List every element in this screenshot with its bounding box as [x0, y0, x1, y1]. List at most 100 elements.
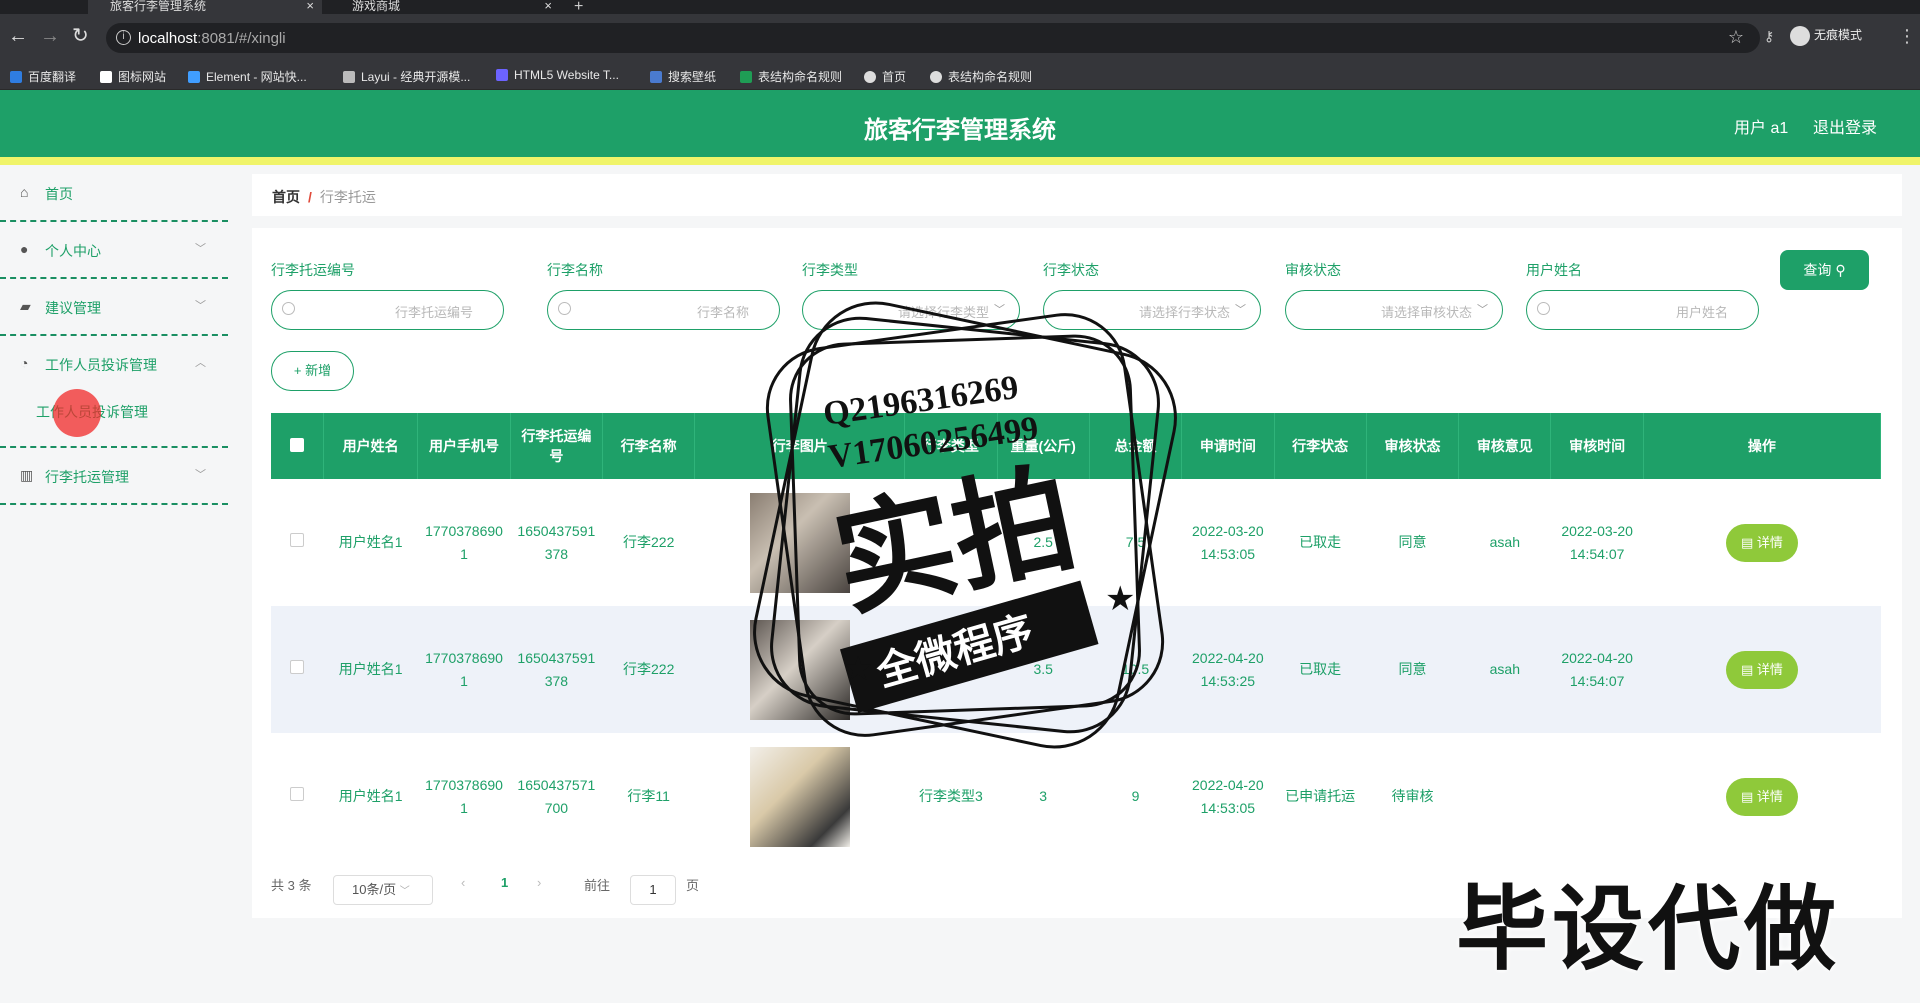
filter-label: 行李托运编号 — [271, 262, 355, 278]
cell-code: 1650437571700 — [517, 776, 596, 816]
add-button[interactable]: + 新增 — [271, 351, 354, 391]
column-header: 行李托运编号 — [510, 413, 604, 479]
cell-review: 同意 — [1398, 534, 1427, 550]
prev-page-icon[interactable]: ‹ — [461, 875, 465, 890]
sidebar-item-profile[interactable]: ● 个人中心 ﹀ — [0, 222, 228, 279]
info-icon[interactable]: i — [116, 30, 131, 45]
address-bar[interactable]: i localhost:8081/#/xingli ☆ — [106, 23, 1760, 53]
bookmark-star-icon[interactable]: ☆ — [1728, 27, 1744, 48]
bookmark-icon — [740, 71, 752, 83]
forward-icon[interactable]: → — [40, 26, 60, 46]
user-icon: ● — [20, 241, 29, 257]
goto-page-input[interactable]: 1 — [630, 875, 676, 905]
row-checkbox[interactable] — [290, 787, 305, 801]
sidebar-item-suggestions[interactable]: ▰ 建议管理 ﹀ — [0, 279, 228, 336]
browser-tab-active[interactable]: 旅客行李管理系统 × — [88, 0, 322, 14]
close-icon[interactable]: × — [544, 0, 552, 12]
search-icon — [1537, 302, 1550, 315]
breadcrumb-card: 首页 / 行李托运 — [252, 174, 1902, 216]
column-header: 行李状态 — [1274, 413, 1367, 479]
luggage-code-input[interactable]: 行李托运编号 — [271, 290, 504, 330]
cell-apply-time: 2022-04-20 14:53:25 — [1181, 606, 1274, 733]
cell-status: 已申请托运 — [1285, 788, 1356, 804]
next-page-icon[interactable]: › — [537, 875, 541, 890]
filter-label: 行李名称 — [547, 262, 603, 278]
sidebar-item-label: 首页 — [45, 186, 73, 202]
pagination-total: 共 3 条 — [271, 878, 312, 893]
select-all-cell[interactable] — [271, 413, 324, 479]
chevron-down-icon: ﹀ — [195, 469, 206, 481]
detail-button[interactable]: ▤ 详情 — [1725, 777, 1798, 816]
breadcrumb-home[interactable]: 首页 — [272, 189, 300, 205]
suggestion-icon: ▰ — [20, 298, 31, 314]
cell-name: 行李222 — [623, 534, 675, 550]
column-header: 用户手机号 — [417, 413, 511, 479]
bookmark-item[interactable]: 表结构命名规则 — [740, 68, 842, 85]
search-icon — [282, 302, 295, 315]
sidebar-item-home[interactable]: ⌂ 首页 — [0, 165, 228, 222]
user-name-input[interactable]: 用户姓名 — [1526, 290, 1759, 330]
cell-actions: ▤ 详情 — [1643, 733, 1880, 860]
column-header: 总金额 — [1089, 413, 1183, 479]
row-checkbox[interactable] — [290, 660, 305, 674]
bookmark-item[interactable]: Element - 网站快... — [188, 68, 307, 85]
chevron-down-icon: ﹀ — [1235, 304, 1246, 316]
luggage-photo[interactable] — [749, 619, 850, 720]
page-number-current[interactable]: 1 — [501, 875, 508, 890]
luggage-photo[interactable] — [749, 746, 850, 847]
column-header: 审核状态 — [1366, 413, 1460, 479]
select-all-checkbox[interactable] — [289, 437, 304, 452]
bookmark-icon — [100, 71, 112, 83]
sidebar-item-luggage[interactable]: ▥ 行李托运管理 ﹀ — [0, 448, 228, 505]
filter-label: 用户姓名 — [1526, 262, 1582, 278]
query-button[interactable]: 查询 ⚲ — [1780, 250, 1869, 290]
bookmark-item[interactable]: 图标网站 — [100, 68, 166, 85]
detail-button[interactable]: ▤ 详情 — [1725, 650, 1798, 689]
bookmark-item[interactable]: 搜索壁纸 — [650, 68, 716, 85]
sidebar-item-label: 建议管理 — [45, 300, 101, 316]
bookmark-item[interactable]: Layui - 经典开源模... — [343, 68, 470, 85]
bookmark-item[interactable]: 首页 — [864, 68, 906, 85]
page-size-select[interactable]: 10条/页 ﹀ — [333, 875, 433, 905]
cell-actions: ▤ 详情 — [1643, 606, 1881, 733]
cell-opinion — [1459, 733, 1551, 860]
back-icon[interactable]: ← — [8, 26, 28, 46]
luggage-type-select[interactable]: 请选择行李类型 ﹀ — [802, 290, 1020, 330]
cell-amount: 10.5 — [1089, 606, 1182, 733]
column-header: 操作 — [1643, 413, 1882, 479]
column-header: 用户姓名 — [323, 413, 419, 479]
cell-name: 行李222 — [602, 606, 695, 733]
breadcrumb-separator: / — [308, 189, 312, 205]
luggage-status-select[interactable]: 请选择行李状态 ﹀ — [1043, 290, 1261, 330]
browser-tab[interactable]: 游戏商城 × — [330, 0, 560, 14]
cell-type — [904, 606, 998, 733]
reload-icon[interactable]: ↻ — [72, 26, 89, 46]
browser-menu-icon[interactable]: ⋮ — [1898, 26, 1916, 47]
url-text: localhost:8081/#/xingli — [138, 30, 286, 47]
cell-apply-time: 2022-04-20 14:53:05 — [1192, 776, 1264, 816]
key-icon[interactable]: ⚷ — [1764, 28, 1774, 45]
app-title: 旅客行李管理系统 — [864, 117, 1056, 144]
search-icon: ⚲ — [1835, 262, 1846, 278]
cell-apply-time: 2022-03-20 14:53:05 — [1192, 522, 1264, 562]
sidebar-item-complaints[interactable]: ◔ 工作人员投诉管理 ︿ — [0, 336, 228, 448]
luggage-name-input[interactable]: 行李名称 — [547, 290, 780, 330]
luggage-photo[interactable] — [749, 492, 850, 593]
bookmark-icon — [864, 71, 876, 83]
cell-opinion: asah — [1458, 606, 1551, 733]
detail-button[interactable]: ▤ 详情 — [1725, 523, 1798, 562]
review-status-select[interactable]: 请选择审核状态 ﹀ — [1285, 290, 1503, 330]
bookmark-item[interactable]: HTML5 Website T... — [496, 68, 619, 82]
close-icon[interactable]: × — [306, 0, 314, 12]
incognito-icon — [1790, 26, 1810, 46]
incognito-indicator[interactable]: 无痕模式 — [1790, 26, 1862, 46]
cell-user: 用户姓名1 — [338, 788, 403, 804]
bookmark-item[interactable]: 表结构命名规则 — [930, 68, 1032, 85]
row-checkbox[interactable] — [290, 533, 305, 547]
cell-user: 用户姓名1 — [338, 534, 403, 550]
cell-opinion: asah — [1489, 534, 1520, 550]
logout-link[interactable]: 退出登录 — [1813, 114, 1877, 138]
filter-label: 行李类型 — [802, 262, 858, 278]
luggage-icon: ▥ — [20, 467, 34, 483]
bookmark-item[interactable]: 百度翻译 — [10, 68, 76, 85]
